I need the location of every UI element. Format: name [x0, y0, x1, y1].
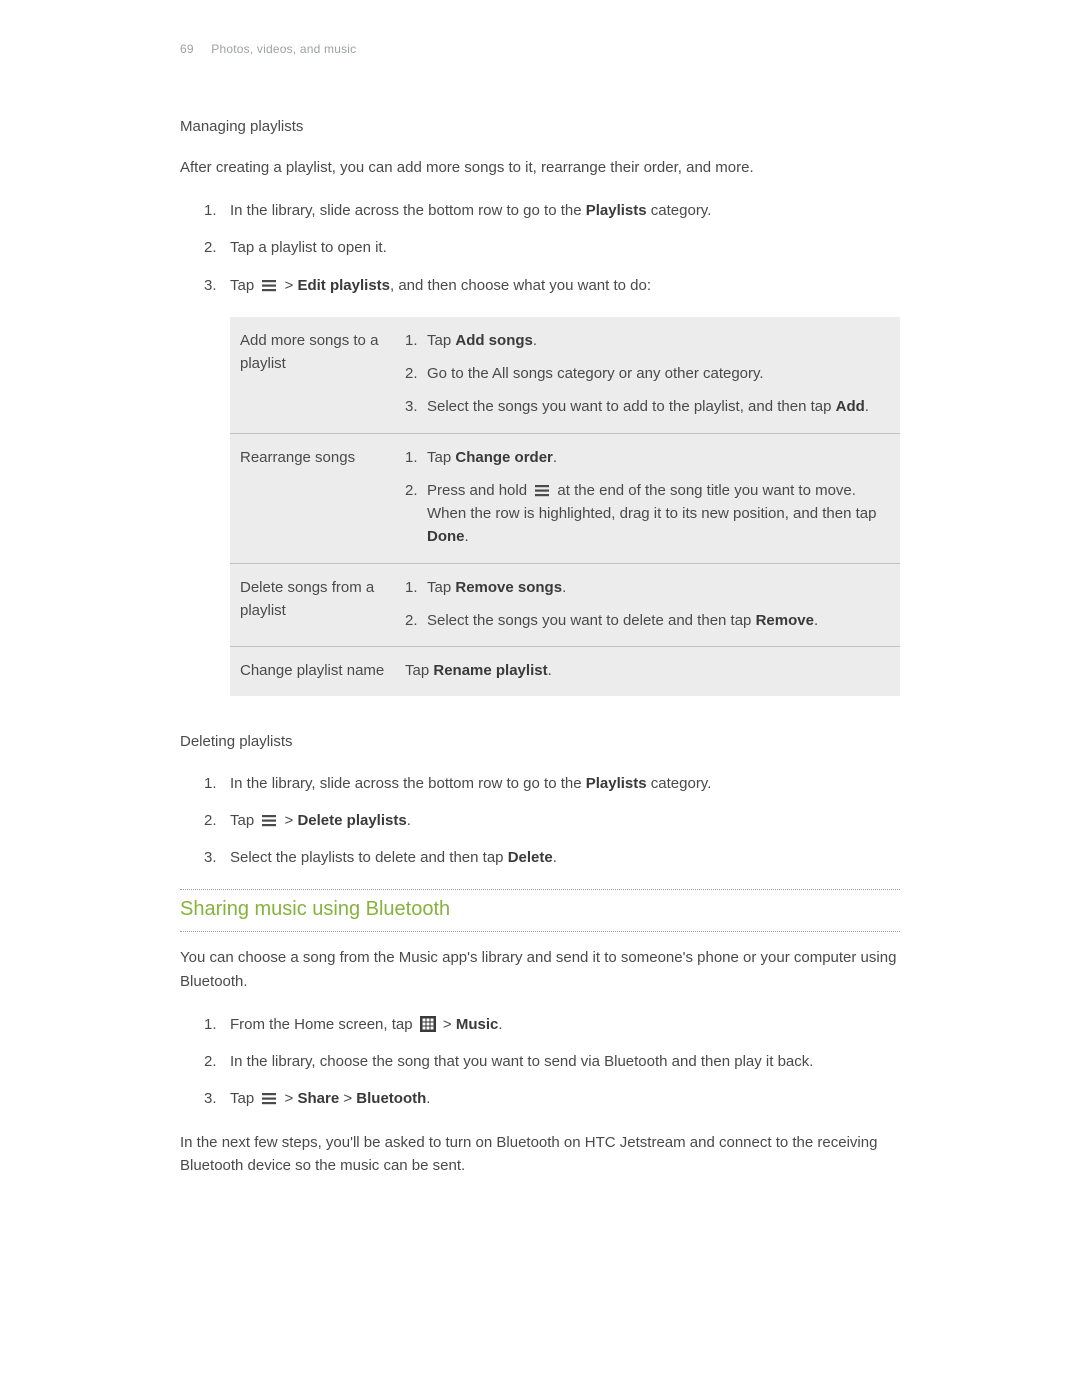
row-label: Add more songs to a playlist [230, 317, 395, 433]
managing-playlists-steps: In the library, slide across the bottom … [204, 199, 900, 297]
step-item: In the library, slide across the bottom … [204, 772, 900, 795]
page-header: 69 Photos, videos, and music [180, 40, 900, 59]
sharing-bluetooth-outro: In the next few steps, you'll be asked t… [180, 1131, 900, 1178]
row-content: Tap Change order. Press and hold at the … [395, 433, 900, 563]
step-item: Select the playlists to delete and then … [204, 846, 900, 869]
row-label: Change playlist name [230, 647, 395, 697]
step-item: In the library, choose the song that you… [204, 1050, 900, 1073]
menu-icon [261, 1092, 277, 1106]
step-item: From the Home screen, tap > Music. [204, 1013, 900, 1036]
sharing-bluetooth-intro: You can choose a song from the Music app… [180, 946, 900, 993]
managing-playlists-intro: After creating a playlist, you can add m… [180, 156, 900, 179]
row-content: Tap Rename playlist. [395, 647, 900, 697]
menu-icon [261, 814, 277, 828]
table-row: Delete songs from a playlist Tap Remove … [230, 563, 900, 647]
playlist-actions-table: Add more songs to a playlist Tap Add son… [230, 317, 900, 697]
menu-icon [261, 279, 277, 293]
row-label: Rearrange songs [230, 433, 395, 563]
row-content: Tap Add songs. Go to the All songs categ… [395, 317, 900, 433]
step-item: Tap a playlist to open it. [204, 236, 900, 259]
table-row: Rearrange songs Tap Change order. Press … [230, 433, 900, 563]
drag-handle-icon [534, 484, 550, 498]
row-label: Delete songs from a playlist [230, 563, 395, 647]
step-item: Tap > Delete playlists. [204, 809, 900, 832]
deleting-playlists-steps: In the library, slide across the bottom … [204, 772, 900, 870]
table-row: Add more songs to a playlist Tap Add son… [230, 317, 900, 433]
step-item: In the library, slide across the bottom … [204, 199, 900, 222]
page-number: 69 [180, 42, 194, 56]
step-item: Tap > Share > Bluetooth. [204, 1087, 900, 1110]
step-item: Tap > Edit playlists, and then choose wh… [204, 274, 900, 297]
deleting-playlists-heading: Deleting playlists [180, 730, 900, 753]
managing-playlists-heading: Managing playlists [180, 115, 900, 138]
apps-grid-icon [420, 1016, 436, 1032]
chapter-title: Photos, videos, and music [211, 42, 356, 56]
sharing-bluetooth-steps: From the Home screen, tap > Music. In th… [204, 1013, 900, 1111]
table-row: Change playlist name Tap Rename playlist… [230, 647, 900, 697]
sharing-bluetooth-heading: Sharing music using Bluetooth [180, 889, 900, 932]
row-content: Tap Remove songs. Select the songs you w… [395, 563, 900, 647]
